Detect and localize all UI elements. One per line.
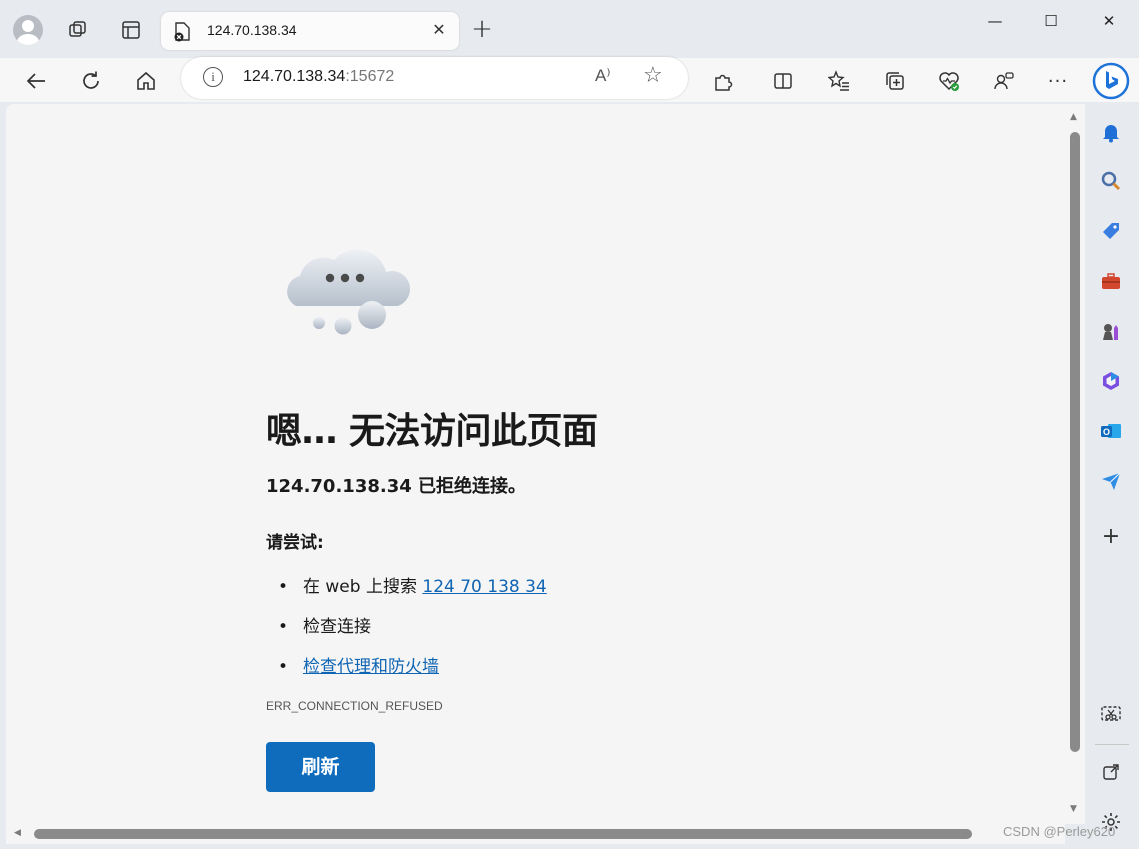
vertical-scroll-thumb[interactable] [1070,132,1080,752]
profile-sync-icon[interactable] [987,64,1021,98]
bullet: • [278,657,289,677]
maximize-button[interactable]: ☐ [1028,6,1074,36]
briefcase-icon[interactable] [1099,269,1123,293]
watermark: CSDN @Perley620 [1003,824,1116,839]
workspaces-icon[interactable] [62,14,94,46]
refresh-button[interactable]: 刷新 [266,742,375,792]
office-icon[interactable] [1099,369,1123,393]
url-host: 124.70.138.34 [243,68,346,85]
error-code: ERR_CONNECTION_REFUSED [266,699,443,713]
suggestion-check-proxy: • 检查代理和防火墙 [278,652,439,677]
collections-icon[interactable] [878,64,912,98]
address-bar[interactable]: i 124.70.138.34:15672 A⁾ ☆ [181,57,688,99]
refresh-icon[interactable] [74,64,108,98]
suggestion-search: • 在 web 上搜索 124 70 138 34 [278,572,547,597]
error-title: 嗯… 无法访问此页面 [266,411,598,452]
page-content [6,104,1065,824]
scroll-left-icon[interactable]: ◀ [14,828,21,838]
screenshot-icon[interactable] [1099,702,1123,726]
scroll-down-icon[interactable]: ▼ [1070,804,1077,814]
add-icon[interactable]: + [1099,524,1123,549]
site-info-icon[interactable]: i [203,67,223,87]
title-bar: 124.70.138.34 ✕ + — ☐ ✕ [0,0,1139,58]
search-icon[interactable] [1099,169,1123,193]
outlook-icon[interactable]: O [1099,419,1123,443]
home-icon[interactable] [129,64,163,98]
more-options-icon[interactable]: ··· [1041,64,1075,98]
url-port: :15672 [345,68,395,85]
minimize-button[interactable]: — [972,6,1018,36]
back-icon[interactable] [19,64,53,98]
search-prefix: 在 web 上搜索 [303,577,417,597]
add-favorite-icon[interactable]: ☆ [643,63,663,88]
favorites-icon[interactable] [822,64,856,98]
try-label: 请尝试: [266,533,324,553]
scroll-up-icon[interactable]: ▲ [1070,112,1077,122]
page-error-icon [173,22,191,42]
bell-icon[interactable] [1099,120,1123,144]
bullet: • [278,577,289,597]
edge-sidebar: O + [1087,102,1139,849]
sidebar-divider [1095,744,1129,745]
new-tab-button[interactable]: + [468,16,496,44]
vertical-scrollbar[interactable]: ▲ ▼ [1065,104,1085,824]
browser-essentials-icon[interactable] [932,64,966,98]
suggestion-check-connection: • 检查连接 [278,612,371,637]
cloud-error-illustration [276,236,416,340]
bing-copilot-icon[interactable] [1092,62,1130,100]
bullet: • [278,617,289,637]
horizontal-scrollbar[interactable]: ◀ [6,824,1065,844]
tab-title: 124.70.138.34 [207,22,297,38]
send-icon[interactable] [1099,469,1123,493]
svg-text:O: O [1103,427,1110,437]
extensions-icon[interactable] [706,64,740,98]
error-subtitle: 124.70.138.34 已拒绝连接。 [266,476,527,497]
profile-avatar[interactable] [13,15,43,45]
check-connection-text: 检查连接 [303,617,371,637]
tag-icon[interactable] [1099,219,1123,243]
search-link[interactable]: 124 70 138 34 [422,577,546,597]
tab-close-icon[interactable]: ✕ [429,20,449,40]
external-link-icon[interactable] [1099,760,1123,784]
active-tab[interactable]: 124.70.138.34 ✕ [161,12,459,50]
split-screen-icon[interactable] [766,64,800,98]
read-aloud-icon[interactable]: A⁾ [595,66,611,86]
chess-icon[interactable] [1099,319,1123,343]
horizontal-scroll-thumb[interactable] [34,829,972,839]
url-text[interactable]: 124.70.138.34:15672 [243,68,394,86]
vertical-tabs-icon[interactable] [115,14,147,46]
close-window-button[interactable]: ✕ [1086,6,1132,36]
check-proxy-link[interactable]: 检查代理和防火墙 [303,657,439,677]
